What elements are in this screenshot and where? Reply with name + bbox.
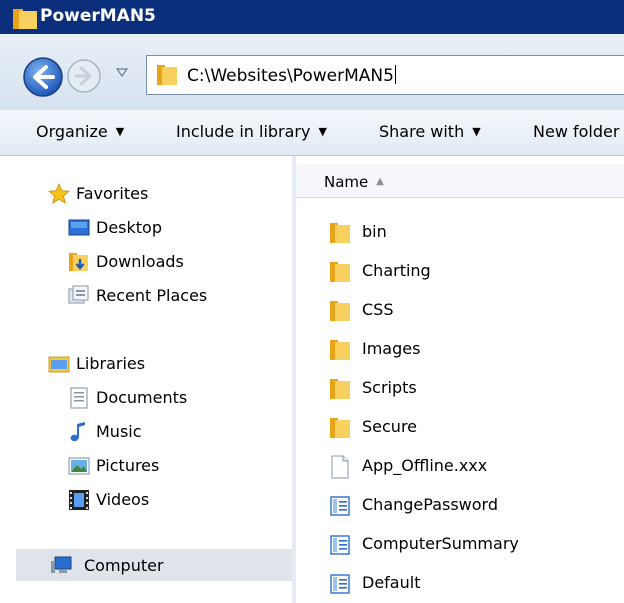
desktop-icon	[68, 219, 90, 236]
dropdown-arrow-icon: ▼	[115, 125, 125, 138]
address-bar[interactable]: C:\Websites\PowerMAN5	[146, 55, 624, 95]
sort-ascending-icon: ▲	[376, 176, 384, 187]
folder-icon	[330, 262, 350, 282]
folder-icon	[330, 418, 350, 438]
aspx-page-icon	[330, 535, 350, 555]
aspx-page-icon	[330, 496, 350, 516]
forward-button[interactable]	[66, 58, 102, 94]
video-film-icon	[69, 490, 89, 510]
back-button[interactable]	[22, 56, 64, 98]
documents-icon	[70, 387, 88, 409]
dropdown-arrow-icon: ▼	[472, 125, 481, 138]
window-title: PowerMAN5	[40, 6, 156, 26]
text-caret	[394, 65, 396, 84]
folder-icon	[13, 9, 37, 29]
computer-icon	[51, 556, 72, 573]
folder-icon	[330, 301, 350, 321]
music-note-icon	[70, 422, 85, 442]
folder-icon	[330, 340, 350, 360]
column-name-label: Name	[324, 173, 369, 191]
aspx-page-icon	[330, 574, 350, 594]
command-toolbar: Organize ▼ Include in library ▼ Share with…	[0, 110, 624, 156]
downloads-folder-icon	[69, 253, 88, 271]
address-path[interactable]: C:\Websites\PowerMAN5	[187, 65, 396, 86]
star-icon	[48, 183, 70, 204]
dropdown-arrow-icon: ▼	[318, 125, 327, 138]
pictures-icon	[68, 457, 90, 475]
folder-icon	[330, 223, 350, 243]
blank-file-icon	[331, 455, 349, 479]
new-folder-button[interactable]: New folder	[533, 122, 619, 141]
folder-icon	[330, 379, 350, 399]
include-in-library-menu[interactable]: Include in library ▼	[176, 122, 327, 141]
organize-menu[interactable]: Organize ▼	[36, 122, 124, 141]
share-with-menu[interactable]: Share with ▼	[379, 122, 481, 141]
recent-places-icon	[68, 285, 89, 304]
libraries-icon	[48, 356, 70, 373]
folder-icon	[157, 65, 177, 85]
column-header-name[interactable]: Name ▲	[296, 164, 624, 198]
title-bar: PowerMAN5	[0, 0, 624, 34]
history-dropdown-icon[interactable]	[116, 68, 128, 78]
